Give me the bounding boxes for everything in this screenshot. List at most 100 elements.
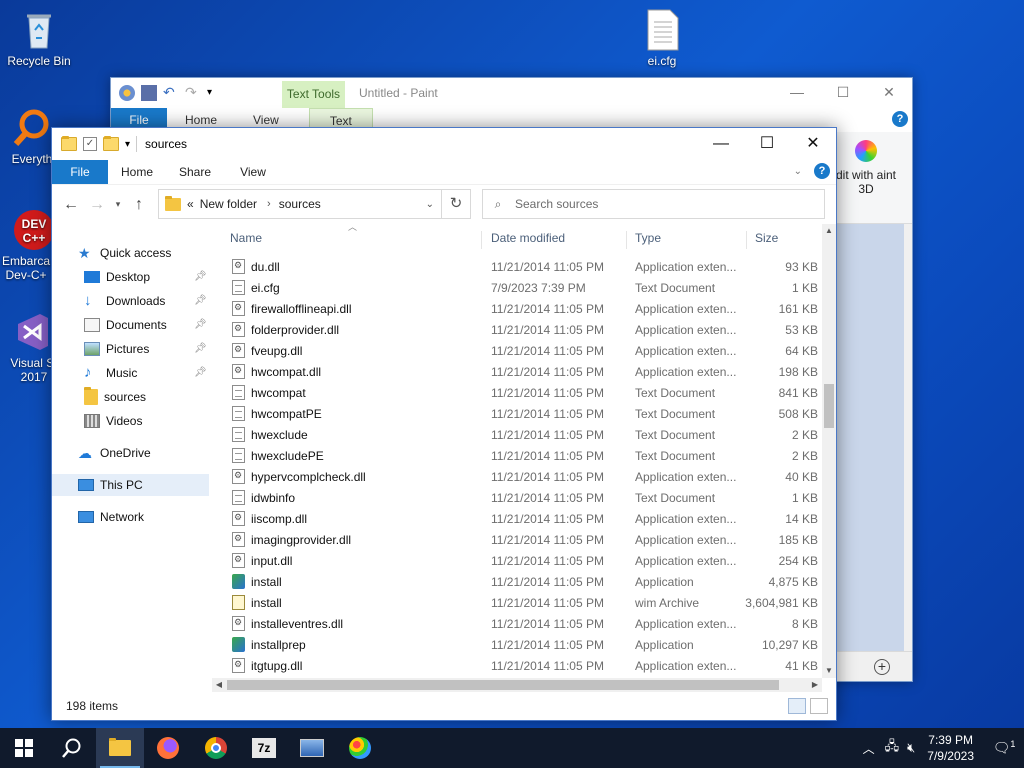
pin-icon[interactable]: 📌︎ (194, 271, 207, 282)
paint-titlebar[interactable]: ↶ ↷ ▾ Text Tools Untitled - Paint — ☐ ✕ (111, 78, 912, 108)
search-input[interactable] (513, 196, 793, 212)
file-row[interactable]: firewallofflineapi.dll 11/21/2014 11:05 P… (222, 298, 822, 319)
taskbar-firefox[interactable] (144, 728, 192, 768)
expand-ribbon-icon[interactable]: ⌄ (794, 166, 802, 177)
back-button[interactable]: ← (58, 196, 84, 214)
file-row[interactable]: folderprovider.dll 11/21/2014 11:05 PM App… (222, 319, 822, 340)
minimize-button[interactable]: — (774, 78, 820, 106)
file-row[interactable]: hwcompatPE 11/21/2014 11:05 PM Text Docume… (222, 403, 822, 424)
action-center-button[interactable]: 🗨︎1 (984, 739, 1024, 757)
paint-help-icon[interactable]: ? (892, 111, 908, 127)
breadcrumb-separator[interactable]: › (267, 198, 271, 210)
edit-with-paint3d-button[interactable]: dit with aint 3D (831, 140, 901, 196)
file-row[interactable]: du.dll 11/21/2014 11:05 PM Application ext… (222, 256, 822, 277)
column-type[interactable]: Type (627, 231, 747, 249)
file-list-vertical-scrollbar[interactable]: ▲ ▼ (822, 224, 836, 678)
file-row[interactable]: fveupg.dll 11/21/2014 11:05 PM Application… (222, 340, 822, 361)
address-dropdown-icon[interactable]: ⌄ (426, 199, 434, 210)
file-row[interactable]: itgtupg.dll 11/21/2014 11:05 PM Applicatio… (222, 655, 822, 676)
redo-icon[interactable]: ↷ (185, 85, 201, 101)
details-view-button[interactable] (788, 698, 806, 714)
file-row[interactable]: imagingprovider.dll 11/21/2014 11:05 PM Ap… (222, 529, 822, 550)
up-button[interactable]: ↑ (126, 196, 152, 214)
scroll-right-icon[interactable]: ▶ (808, 678, 822, 692)
nav-quick-access[interactable]: ★ Quick access (78, 242, 171, 264)
file-row[interactable]: hwexclude 11/21/2014 11:05 PM Text Documen… (222, 424, 822, 445)
scroll-thumb[interactable] (227, 680, 779, 690)
file-row[interactable]: ei.cfg 7/9/2023 7:39 PM Text Document 1 KB (222, 277, 822, 298)
explorer-help-icon[interactable]: ? (814, 163, 830, 179)
nav-downloads[interactable]: ↓ Downloads (84, 290, 165, 312)
nav-music[interactable]: ♪ Music (84, 362, 137, 384)
column-date-modified[interactable]: Date modified (483, 231, 627, 249)
breadcrumb-sources[interactable]: sources (279, 197, 321, 211)
file-row[interactable]: hypervcomplcheck.dll 11/21/2014 11:05 PM A… (222, 466, 822, 487)
scroll-thumb[interactable] (824, 384, 834, 428)
scroll-down-icon[interactable]: ▼ (822, 664, 836, 678)
taskbar-paint[interactable] (336, 728, 384, 768)
search-box[interactable]: ⌕ (482, 189, 825, 219)
file-row[interactable]: hwcompat.dll 11/21/2014 11:05 PM Applicati… (222, 361, 822, 382)
taskbar-chrome[interactable] (192, 728, 240, 768)
file-row[interactable]: idwbinfo 11/21/2014 11:05 PM Text Document… (222, 487, 822, 508)
volume-muted-icon[interactable]: 🔇︎ (907, 740, 915, 756)
taskbar-remote-desktop[interactable] (288, 728, 336, 768)
address-bar[interactable]: « New folder › sources ⌄ (158, 189, 471, 219)
scroll-left-icon[interactable]: ◀ (212, 678, 226, 692)
file-explorer-window[interactable]: ✓ ▾ sources — ☐ ✕ File Home Share View ⌄… (51, 127, 837, 721)
taskbar-7zip[interactable]: 7z (240, 728, 288, 768)
nav-this-pc[interactable]: This PC (52, 474, 209, 496)
desktop-icon-ei-cfg[interactable]: ei.cfg (624, 8, 700, 68)
file-list-horizontal-scrollbar[interactable]: ◀ ▶ (212, 678, 822, 692)
pin-icon[interactable]: 📌︎ (194, 367, 207, 378)
paint-vertical-scrollbar[interactable] (904, 224, 912, 651)
save-icon[interactable] (141, 85, 157, 101)
maximize-button[interactable]: ☐ (744, 128, 790, 159)
nav-videos[interactable]: Videos (84, 410, 142, 432)
file-row[interactable]: installprep 11/21/2014 11:05 PM Applicatio… (222, 634, 822, 655)
recent-locations-icon[interactable]: ▾ (110, 199, 126, 210)
properties-icon[interactable]: ✓ (83, 137, 97, 151)
file-row[interactable]: input.dll 11/21/2014 11:05 PM Application … (222, 550, 822, 571)
refresh-button[interactable]: ↻ (441, 189, 470, 219)
close-button[interactable]: ✕ (866, 78, 912, 106)
customize-qat-icon[interactable]: ▾ (207, 85, 223, 101)
nav-desktop[interactable]: Desktop (84, 266, 150, 288)
nav-documents[interactable]: Documents (84, 314, 167, 336)
file-row[interactable]: install 11/21/2014 11:05 PM Application 4,8… (222, 571, 822, 592)
large-icons-view-button[interactable] (810, 698, 828, 714)
file-list[interactable]: ︿ Name Date modified Type Size du.dll 11/… (212, 222, 836, 692)
zoom-in-icon[interactable]: + (874, 659, 890, 675)
breadcrumb-new-folder[interactable]: New folder (200, 197, 257, 211)
nav-onedrive[interactable]: ☁ OneDrive (78, 442, 151, 464)
pin-icon[interactable]: 📌︎ (194, 319, 207, 330)
file-row[interactable]: installeventres.dll 11/21/2014 11:05 PM Ap… (222, 613, 822, 634)
explorer-tab-view[interactable]: View (224, 160, 282, 184)
column-name[interactable]: Name (222, 231, 482, 249)
explorer-tab-home[interactable]: Home (108, 160, 166, 184)
search-button[interactable] (48, 728, 96, 768)
clock[interactable]: 7:39 PM 7/9/2023 (927, 732, 974, 764)
explorer-titlebar[interactable]: ✓ ▾ sources — ☐ ✕ (52, 128, 836, 160)
explorer-tab-file[interactable]: File (52, 160, 108, 184)
maximize-button[interactable]: ☐ (820, 78, 866, 106)
explorer-tab-share[interactable]: Share (166, 160, 224, 184)
breadcrumb-overflow[interactable]: « (187, 197, 194, 211)
minimize-button[interactable]: — (698, 128, 744, 159)
desktop-icon-recycle-bin[interactable]: Recycle Bin (1, 8, 77, 68)
show-hidden-icons[interactable]: ︿ (863, 740, 875, 757)
file-row[interactable]: hwexcludePE 11/21/2014 11:05 PM Text Docum… (222, 445, 822, 466)
nav-sources[interactable]: sources (84, 386, 146, 408)
pin-icon[interactable]: 📌︎ (194, 343, 207, 354)
pin-icon[interactable]: 📌︎ (194, 295, 207, 306)
nav-network[interactable]: Network (78, 506, 144, 528)
forward-button[interactable]: → (84, 196, 110, 214)
scroll-up-icon[interactable]: ▲ (822, 224, 836, 238)
close-button[interactable]: ✕ (790, 128, 836, 159)
nav-pictures[interactable]: Pictures (84, 338, 149, 360)
file-row[interactable]: iiscomp.dll 11/21/2014 11:05 PM Applicatio… (222, 508, 822, 529)
network-icon[interactable]: 🖧︎ (885, 737, 900, 759)
undo-icon[interactable]: ↶ (163, 85, 179, 101)
file-row[interactable]: hwcompat 11/21/2014 11:05 PM Text Document… (222, 382, 822, 403)
customize-qat-icon[interactable]: ▾ (125, 139, 130, 150)
